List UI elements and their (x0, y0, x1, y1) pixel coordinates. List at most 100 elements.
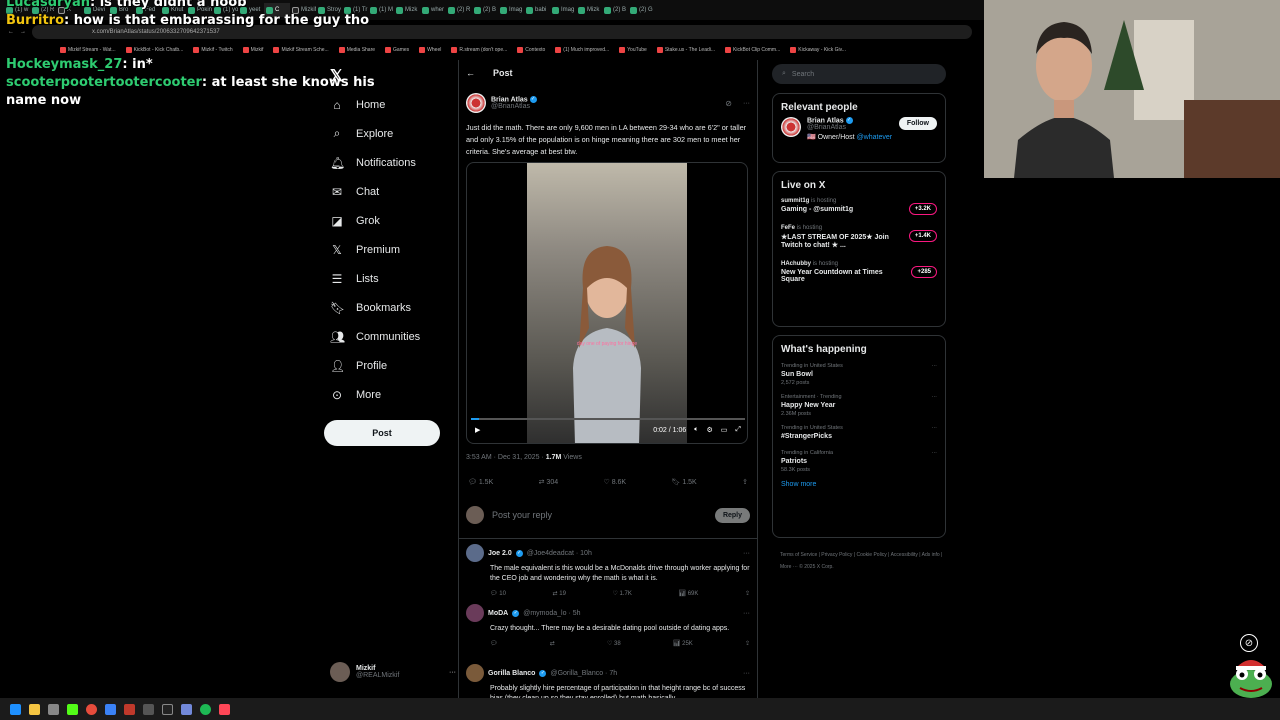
nav-item-profile[interactable]: 👤︎ Profile (320, 351, 450, 380)
bookmark-item[interactable]: Mizkif Stream - Wat... (60, 47, 116, 53)
share-icon[interactable]: ⇪ (742, 478, 748, 486)
like-action[interactable]: ♡ 1.7K (612, 590, 631, 597)
show-more-link[interactable]: Show more (773, 477, 945, 498)
account-switcher[interactable]: Mizkif @REALMizkif ··· (330, 662, 456, 682)
bookmark-item[interactable]: Mizkif (242, 47, 263, 53)
more-icon[interactable]: ··· (743, 670, 750, 677)
start-icon[interactable] (10, 703, 21, 715)
tweet-author[interactable]: Brian Atlas ✓ @BrianAtlas ⊘ ··· (466, 93, 750, 113)
reply-action[interactable]: 💬︎ 10 (490, 590, 506, 597)
discord-icon[interactable] (181, 703, 192, 715)
nav-item-premium[interactable]: 𝕏 Premium (320, 235, 450, 264)
bio-link[interactable]: @whatever (857, 134, 893, 141)
more-icon[interactable]: ··· (743, 550, 750, 557)
browser-tab[interactable]: (2) B (472, 3, 498, 17)
reply-action[interactable]: 💬︎ 1.5K (468, 478, 493, 486)
browser-tab[interactable]: Mizk (576, 3, 602, 17)
views-action[interactable]: 📊︎ 69K (678, 590, 698, 597)
reply-input[interactable]: Post your reply (492, 510, 552, 520)
browser-tab[interactable]: wher (420, 3, 446, 17)
volume-icon[interactable]: 🔈︎ (694, 426, 698, 434)
trend-item[interactable]: Entertainment · Trending Happy New Year 2.… (773, 390, 945, 421)
like-action[interactable]: ♡ 38 (607, 640, 621, 647)
browser-tab[interactable]: (2) G (628, 3, 654, 17)
browser-tab[interactable]: babi (524, 3, 550, 17)
bookmark-item[interactable]: Contexto (517, 47, 545, 53)
nav-item-bookmarks[interactable]: 🔖︎ Bookmarks (320, 293, 450, 322)
bookmark-item[interactable]: (1) Much improved... (555, 47, 609, 53)
settings-icon[interactable]: ⚙︎ (706, 426, 712, 434)
relevant-person[interactable]: Brian Atlas ✓ @BrianAtlas 🇺🇸 Owner/Host … (773, 117, 945, 141)
nav-item-more[interactable]: ⊙ More (320, 380, 450, 409)
bookmark-item[interactable]: Games (385, 47, 409, 53)
video-player[interactable]: day one of paying for hinge ▶ 0:02 / 1:0… (466, 162, 748, 444)
chrome-icon[interactable] (86, 703, 97, 715)
app-icon[interactable] (48, 703, 59, 715)
browser-tab[interactable]: Imag (498, 3, 524, 17)
share-icon[interactable]: ⇪ (745, 640, 750, 647)
bookmark-item[interactable]: Media Share (338, 47, 375, 53)
back-arrow-icon[interactable]: ← (466, 68, 475, 78)
browser-tab[interactable]: (2) R (446, 3, 472, 17)
repost-action[interactable]: ⇄ (550, 640, 555, 647)
kick-icon[interactable] (67, 703, 78, 715)
share-icon[interactable]: ⇪ (745, 590, 750, 597)
bookmark-item[interactable]: Kickaway - Kick Giv... (790, 47, 846, 53)
live-stream-item[interactable]: summit1g is hosting Gaming - @summit1g +3.… (773, 195, 945, 216)
trend-item[interactable]: Trending in United States #StrangerPicks ·… (773, 421, 945, 446)
app-icon[interactable] (219, 703, 230, 715)
trend-item[interactable]: Trending in California Patriots 58.3K post… (773, 446, 945, 477)
nav-item-home[interactable]: ⌂ Home (320, 90, 450, 119)
nav-item-notifications[interactable]: 🔔︎ Notifications (320, 148, 450, 177)
more-icon[interactable]: ··· (932, 394, 938, 400)
reply-action[interactable]: 💬︎ (490, 640, 498, 647)
reply-button[interactable]: Reply (714, 507, 750, 523)
like-action[interactable]: ♡ 8.6K (603, 478, 626, 486)
app-icon[interactable] (124, 703, 135, 715)
bookmark-item[interactable]: KickBot - Kick Chatb... (125, 47, 183, 53)
post-button[interactable]: Post (324, 420, 440, 446)
bookmark-item[interactable]: Mizkif - Twitch (193, 47, 233, 53)
repost-action[interactable]: ⇄ 304 (539, 478, 559, 486)
browser-tab[interactable]: (2) B (602, 3, 628, 17)
nav-item-communities[interactable]: 👥︎ Communities (320, 322, 450, 351)
play-icon[interactable]: ▶ (475, 426, 480, 434)
trend-item[interactable]: Trending in United States Sun Bowl 2,572 p… (773, 359, 945, 390)
bookmark-item[interactable]: R.stream (don't ope... (451, 47, 507, 53)
search-input[interactable]: ⌕ Search (772, 64, 946, 84)
x-logo-icon[interactable]: 𝕏 (330, 66, 343, 86)
bookmark-item[interactable]: Stake.us - The Leadi... (656, 47, 715, 53)
obs-icon[interactable] (162, 703, 173, 715)
more-icon[interactable]: ··· (932, 363, 938, 369)
follow-button[interactable]: Follow (898, 117, 937, 130)
nav-item-grok[interactable]: ◪ Grok (320, 206, 450, 235)
bookmark-action[interactable]: 🔖︎ 1.5K (671, 478, 696, 486)
more-icon[interactable]: ··· (449, 669, 456, 676)
live-stream-item[interactable]: FeFe is hosting ★LAST STREAM OF 2025★ Joi… (773, 222, 945, 252)
sidebar-footer[interactable]: Terms of Service | Privacy Policy | Cook… (780, 549, 950, 573)
bookmark-item[interactable]: Mizkif Stream Sche... (273, 47, 329, 53)
app-icon[interactable] (105, 703, 116, 715)
more-icon[interactable]: ··· (743, 610, 750, 617)
reply-tweet[interactable]: Joe 2.0 ✓ @Joe4deadcat · 10h ··· The male eq… (466, 544, 750, 597)
more-icon[interactable]: ··· (932, 450, 938, 456)
fullscreen-icon[interactable]: ⤢ (735, 426, 741, 434)
nav-item-lists[interactable]: ☰ Lists (320, 264, 450, 293)
pip-icon[interactable]: ▭ (721, 426, 728, 434)
bookmark-item[interactable]: Wheel (419, 47, 441, 53)
more-icon[interactable]: ··· (743, 100, 750, 107)
repost-action[interactable]: ⇄ 19 (553, 590, 566, 597)
extension-icon[interactable]: ⊘ (1240, 634, 1258, 652)
nav-item-explore[interactable]: ⌕ Explore (320, 119, 450, 148)
bookmark-item[interactable]: YouTube (619, 47, 647, 53)
nav-item-chat[interactable]: ✉ Chat (320, 177, 450, 206)
browser-tab[interactable]: Mizk (394, 3, 420, 17)
browser-tab[interactable]: Imag (550, 3, 576, 17)
views-action[interactable]: 📊︎ 25K (673, 640, 693, 647)
folder-icon[interactable] (29, 703, 40, 715)
more-icon[interactable]: ··· (932, 425, 938, 431)
bookmark-item[interactable]: KickBot Clip Comm... (725, 47, 780, 53)
live-stream-item[interactable]: HAchubby is hosting New Year Countdown at… (773, 258, 945, 286)
spotify-icon[interactable] (200, 703, 211, 715)
reply-tweet[interactable]: MoDA ✓ @mymoda_lo · 5h ··· Crazy thought... … (466, 604, 750, 647)
